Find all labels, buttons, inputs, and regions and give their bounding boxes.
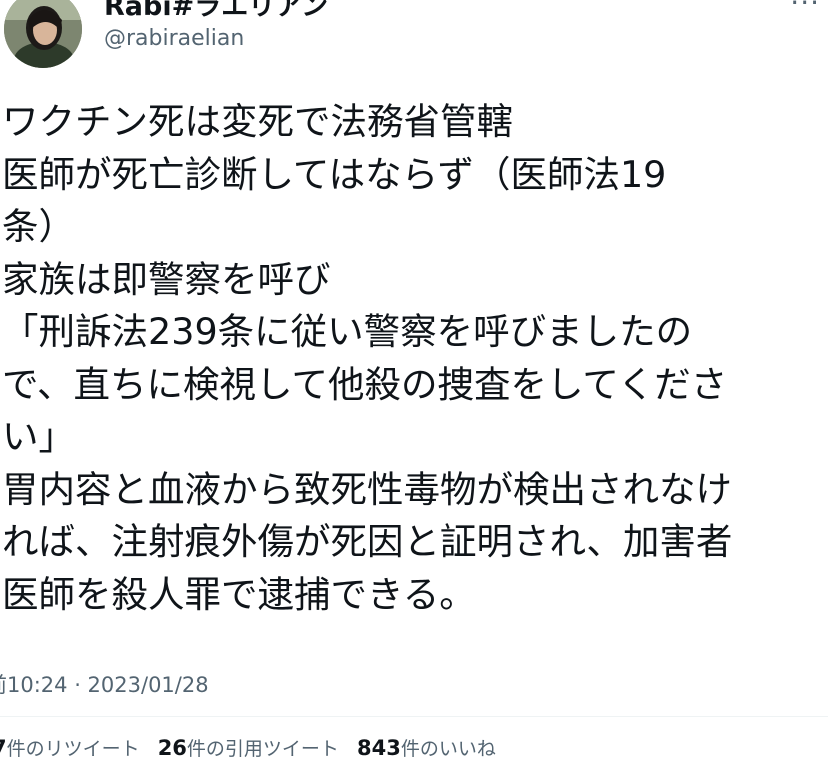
tweet-text-line: 胃内容と血液から致死性毒物が検出されなけ xyxy=(2,467,732,511)
divider xyxy=(0,716,828,717)
tweet-timestamp[interactable]: 前10:24 · 2023/01/28 xyxy=(0,669,209,699)
tweet-text-line: い」 xyxy=(2,415,75,458)
retweets-count: 7 xyxy=(0,736,7,760)
likes-count: 843 xyxy=(356,736,401,760)
avatar[interactable] xyxy=(4,0,82,68)
tweet-text-line: 家族は即警察を呼び xyxy=(2,257,331,301)
tweet-text-line: ワクチン死は変死で法務省管轄 xyxy=(2,100,513,143)
more-horizontal-icon[interactable]: ··· xyxy=(790,0,820,19)
tweet-text-line: 「刑訴法239条に従い警察を呼びましたの xyxy=(2,310,693,353)
likes-stat[interactable]: 843件のいいね xyxy=(357,734,496,761)
avatar-image xyxy=(4,0,82,68)
tweet-text-line: 医師が死亡診断してはならず（医師法19 xyxy=(2,152,667,196)
author-display-name[interactable]: Rabi#ラエリアン xyxy=(104,0,328,23)
likes-label: 件のいいね xyxy=(400,738,496,760)
retweets-stat[interactable]: 7件のリツイート xyxy=(0,734,140,761)
tweet-card: Rabi#ラエリアン @rabiraelian ··· ワクチン死は変死で法務省… xyxy=(0,0,828,762)
tweet-text-line: 医師を殺人罪で逮捕できる。 xyxy=(2,572,476,616)
retweets-label: 件のリツイート xyxy=(6,738,140,760)
author-handle[interactable]: @rabiraelian xyxy=(104,26,244,51)
tweet-text-line: れば、注射痕外傷が死因と証明され、加害者 xyxy=(2,520,733,563)
tweet-text: ワクチン死は変死で法務省管轄 医師が死亡診断してはならず（医師法19 条） 家族… xyxy=(2,96,828,621)
quotes-count: 26 xyxy=(157,736,187,760)
tweet-text-line: で、直ちに検視して他殺の捜査をしてくださ xyxy=(2,362,728,406)
quotes-label: 件の引用ツイート xyxy=(186,738,339,760)
tweet-stats: 7件のリツイート 26件の引用ツイート 843件のいいね xyxy=(0,734,508,761)
quotes-stat[interactable]: 26件の引用ツイート xyxy=(158,734,339,761)
tweet-text-line: 条） xyxy=(2,205,75,248)
